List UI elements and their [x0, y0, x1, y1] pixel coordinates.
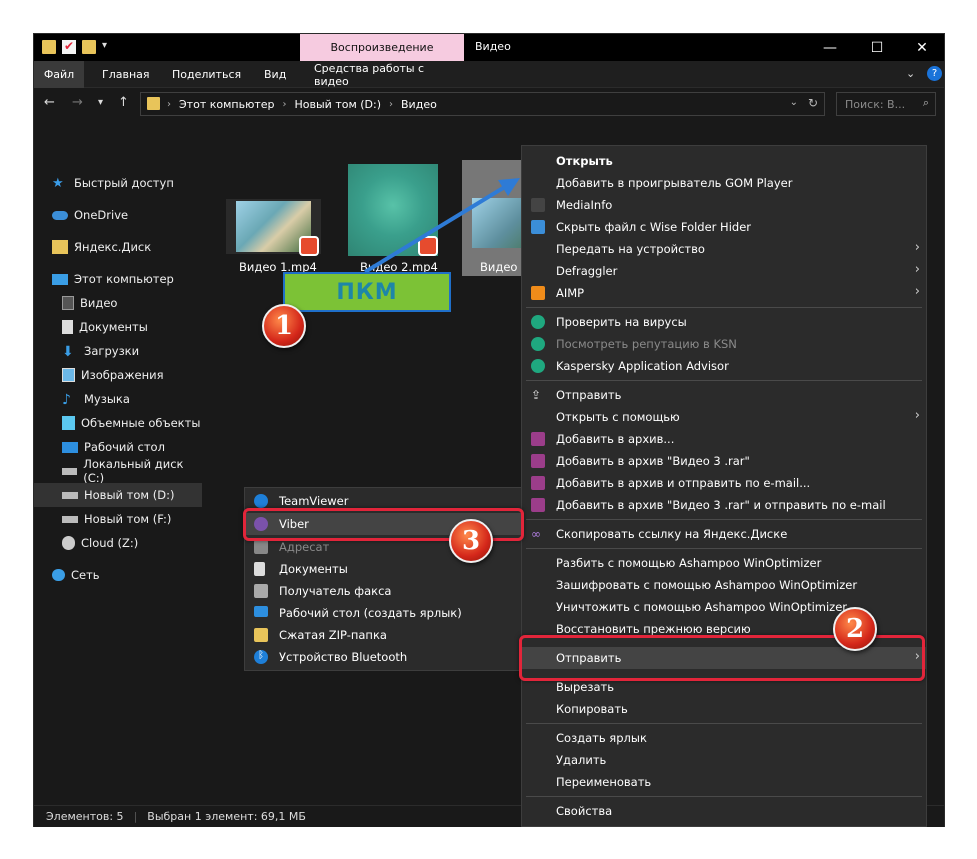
menu-item-yandex-link[interactable]: ∞ Скопировать ссылку на Яндекс.Диске: [522, 523, 926, 545]
menu-item-share[interactable]: ⇪ Отправить: [522, 384, 926, 406]
menu-label: MediaInfo: [556, 198, 613, 212]
menu-label: Добавить в архив "Видео 3 .rar" и отправ…: [556, 498, 886, 512]
menu-separator: [526, 380, 922, 381]
winrar-icon: [531, 498, 545, 512]
menu-item-archive-named-email[interactable]: Добавить в архив "Видео 3 .rar" и отправ…: [522, 494, 926, 516]
send-item-zip[interactable]: Сжатая ZIP-папка: [245, 624, 521, 646]
menu-item-ksn: Посмотреть репутацию в KSN: [522, 333, 926, 355]
menu-label: Добавить в архив "Видео 3 .rar": [556, 454, 750, 468]
menu-item-defraggler[interactable]: Defraggler ›: [522, 260, 926, 282]
share-icon: ⇪: [531, 388, 542, 402]
winrar-icon: [531, 454, 545, 468]
menu-item-properties[interactable]: Свойства: [522, 800, 926, 822]
menu-separator: [526, 796, 922, 797]
menu-label: Отправить: [556, 388, 622, 402]
menu-item-rename[interactable]: Переименовать: [522, 771, 926, 793]
menu-label: Проверить на вирусы: [556, 315, 687, 329]
menu-label: Устройство Bluetooth: [279, 650, 408, 664]
menu-label: Адресат: [279, 540, 330, 554]
menu-item-aimp[interactable]: AIMP ›: [522, 282, 926, 304]
zip-folder-icon: [254, 628, 268, 642]
menu-item-kaspersky-advisor[interactable]: Kaspersky Application Advisor: [522, 355, 926, 377]
menu-item-add-archive[interactable]: Добавить в архив...: [522, 428, 926, 450]
step-badge-2: 2: [833, 607, 877, 651]
desktop-icon: [254, 606, 268, 617]
menu-item-copy[interactable]: Копировать: [522, 698, 926, 720]
menu-item-cast[interactable]: Передать на устройство ›: [522, 238, 926, 260]
send-item-desktop[interactable]: Рабочий стол (создать ярлык): [245, 602, 521, 624]
send-item-fax[interactable]: Получатель факса: [245, 580, 521, 602]
menu-item-wise-hider[interactable]: Скрыть файл с Wise Folder Hider: [522, 216, 926, 238]
documents-icon: [254, 562, 265, 576]
chevron-right-icon: ›: [914, 408, 920, 423]
menu-separator: [526, 723, 922, 724]
menu-label: Скрыть файл с Wise Folder Hider: [556, 220, 752, 234]
menu-item-open-with[interactable]: Открыть с помощью ›: [522, 406, 926, 428]
chevron-right-icon: ›: [914, 262, 920, 277]
menu-separator: [526, 519, 922, 520]
menu-label: Kaspersky Application Advisor: [556, 359, 729, 373]
menu-label: Рабочий стол (создать ярлык): [279, 606, 462, 620]
pkm-label: ПКМ: [283, 272, 451, 312]
context-menu: Открыть Добавить в проигрыватель GOM Pla…: [521, 145, 927, 827]
bluetooth-icon: ᛒ: [254, 650, 268, 664]
mediainfo-icon: [531, 198, 545, 212]
menu-item-gom-add[interactable]: Добавить в проигрыватель GOM Player: [522, 172, 926, 194]
menu-item-create-shortcut[interactable]: Создать ярлык: [522, 727, 926, 749]
menu-separator: [526, 307, 922, 308]
link-icon: ∞: [531, 527, 541, 541]
menu-item-scan[interactable]: Проверить на вирусы: [522, 311, 926, 333]
menu-label: Документы: [279, 562, 348, 576]
menu-separator: [526, 548, 922, 549]
aimp-icon: [531, 286, 545, 300]
menu-item-open[interactable]: Открыть: [522, 150, 926, 172]
menu-label: TeamViewer: [279, 494, 349, 508]
menu-label: Добавить в архив...: [556, 432, 675, 446]
menu-item-ashampoo-split[interactable]: Разбить с помощью Ashampoo WinOptimizer: [522, 552, 926, 574]
menu-label: Скопировать ссылку на Яндекс.Диске: [556, 527, 788, 541]
menu-item-add-archive-named[interactable]: Добавить в архив "Видео 3 .rar": [522, 450, 926, 472]
menu-label: AIMP: [556, 286, 585, 300]
menu-label: Открыть с помощью: [556, 410, 680, 424]
menu-label: Добавить в архив и отправить по e-mail..…: [556, 476, 811, 490]
menu-item-delete[interactable]: Удалить: [522, 749, 926, 771]
mail-recipient-icon: [254, 540, 268, 554]
menu-label: Defraggler: [556, 264, 618, 278]
winrar-icon: [531, 432, 545, 446]
menu-label: Получатель факса: [279, 584, 392, 598]
menu-label: Передать на устройство: [556, 242, 705, 256]
menu-item-archive-email[interactable]: Добавить в архив и отправить по e-mail..…: [522, 472, 926, 494]
menu-label: Добавить в проигрыватель GOM Player: [556, 176, 793, 190]
menu-label: Сжатая ZIP-папка: [279, 628, 387, 642]
chevron-right-icon: ›: [914, 240, 920, 255]
kaspersky-icon: [531, 359, 545, 373]
wise-folder-hider-icon: [531, 220, 545, 234]
menu-label: Посмотреть репутацию в KSN: [556, 337, 737, 351]
step-badge-1: 1: [262, 304, 306, 348]
fax-icon: [254, 584, 268, 598]
menu-item-mediainfo[interactable]: MediaInfo: [522, 194, 926, 216]
step-badge-3: 3: [449, 519, 493, 563]
kaspersky-icon: [531, 315, 545, 329]
winrar-icon: [531, 476, 545, 490]
menu-item-ashampoo-encrypt[interactable]: Зашифровать с помощью Ashampoo WinOptimi…: [522, 574, 926, 596]
chevron-right-icon: ›: [914, 284, 920, 299]
send-item-bluetooth[interactable]: ᛒ Устройство Bluetooth: [245, 646, 521, 668]
send-item-documents[interactable]: Документы: [245, 558, 521, 580]
kaspersky-icon: [531, 337, 545, 351]
teamviewer-icon: [254, 494, 268, 508]
